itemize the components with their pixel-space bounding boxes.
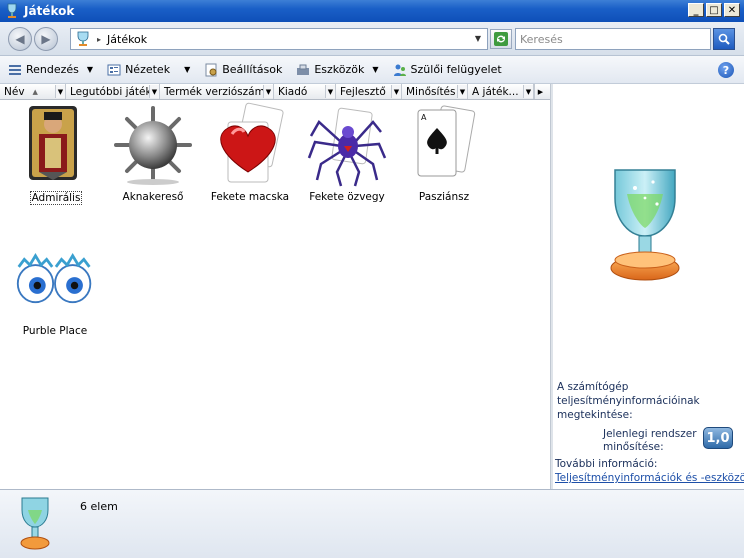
game-item-minesweeper[interactable]: Aknakereső — [108, 102, 198, 203]
column-scroll-right-icon[interactable]: ▶ — [534, 84, 546, 99]
column-filter-icon[interactable]: ▼ — [149, 85, 159, 98]
column-header-bar: Név ▲ ▼ Legutóbbi játék ▼ Termék verziós… — [0, 84, 552, 100]
address-field[interactable]: ▸ Játékok ▼ — [70, 28, 488, 50]
refresh-icon — [494, 32, 508, 46]
column-filter-icon[interactable]: ▼ — [325, 85, 335, 98]
performance-info-title: A számítógép teljesítményinformációinak … — [557, 381, 700, 421]
views-icon — [107, 64, 121, 75]
game-item-hearts[interactable]: Fekete macska — [205, 102, 295, 203]
column-filter-icon[interactable]: ▼ — [55, 85, 65, 98]
column-game-more-label: A játék... — [472, 86, 519, 98]
column-last-played-label: Legutóbbi játék — [70, 86, 152, 98]
game-item-spider-solitaire[interactable]: Fekete özvegy — [302, 102, 392, 203]
column-filter-icon[interactable]: ▼ — [523, 85, 533, 98]
games-folder-icon — [77, 31, 89, 46]
command-toolbar: Rendezés ▼ Nézetek ▼ Beállítások Eszközö… — [0, 56, 744, 84]
parental-controls-icon — [393, 64, 406, 76]
close-button[interactable]: ✕ — [724, 3, 740, 17]
parental-controls-label: Szülői felügyelet — [410, 63, 502, 76]
game-label: Pasziánsz — [418, 191, 470, 203]
tools-button[interactable]: Eszközök ▼ — [290, 59, 384, 81]
game-label: Purble Place — [22, 325, 88, 337]
window-title: Játékok — [24, 4, 75, 18]
game-item-solitaire[interactable]: A Pasziánsz — [399, 102, 489, 203]
games-list: Admirális Aknakereső Fekete macska Feket… — [0, 100, 552, 488]
views-button[interactable]: Nézetek ▼ — [101, 59, 196, 81]
games-trophy-icon — [7, 3, 17, 18]
details-trophy-icon — [20, 497, 50, 550]
column-publisher-label: Kiadó — [278, 86, 308, 98]
column-developer[interactable]: Fejlesztő ▼ — [336, 84, 402, 99]
spider-solitaire-icon — [307, 107, 387, 187]
search-button[interactable] — [713, 28, 735, 50]
game-item-purble-place[interactable]: Purble Place — [10, 236, 100, 337]
chevron-down-icon: ▼ — [184, 65, 191, 74]
details-pane: 6 elem — [0, 489, 744, 558]
maximize-button[interactable]: □ — [706, 3, 722, 17]
column-rating[interactable]: Minősítés ▼ — [402, 84, 468, 99]
chevron-down-icon: ▼ — [372, 65, 379, 74]
title-bar: Játékok _ □ ✕ — [0, 0, 744, 22]
forward-arrow-icon: ▶ — [41, 32, 51, 46]
column-filter-icon[interactable]: ▼ — [457, 85, 467, 98]
current-rating-label: Jelenlegi rendszer minősítése: — [603, 428, 697, 453]
column-name-label: Név — [4, 86, 25, 98]
rating-badge: 1,0 — [703, 427, 733, 449]
settings-label: Beállítások — [222, 63, 283, 76]
column-filter-icon[interactable]: ▼ — [263, 85, 273, 98]
game-label: Aknakereső — [122, 191, 184, 203]
address-bar: ◀ ▶ ▸ Játékok ▼ Keresés — [0, 22, 744, 56]
preview-pane: A számítógép teljesítményinformációinak … — [553, 84, 744, 489]
search-placeholder: Keresés — [520, 32, 563, 46]
sort-ascending-icon: ▲ — [32, 88, 38, 96]
performance-tools-link[interactable]: Teljesítményinformációk és -eszközök — [555, 472, 744, 484]
back-button[interactable]: ◀ — [8, 27, 32, 51]
column-game-more[interactable]: A játék... ▼ — [468, 84, 534, 99]
breadcrumb-separator[interactable]: ▸ — [97, 35, 101, 44]
back-arrow-icon: ◀ — [15, 32, 25, 46]
search-icon — [718, 33, 730, 45]
parental-controls-button[interactable]: Szülői felügyelet — [387, 59, 508, 81]
organize-button[interactable]: Rendezés ▼ — [2, 59, 99, 81]
column-filter-icon[interactable]: ▼ — [391, 85, 401, 98]
column-rating-label: Minősítés — [406, 86, 456, 98]
tools-label: Eszközök — [314, 63, 365, 76]
column-product-version-label: Termék verziószáma — [164, 86, 272, 98]
purble-place-icon — [16, 252, 92, 304]
item-count: 6 elem — [80, 500, 118, 513]
forward-button[interactable]: ▶ — [34, 27, 58, 51]
settings-button[interactable]: Beállítások — [198, 59, 288, 81]
column-publisher[interactable]: Kiadó ▼ — [274, 84, 336, 99]
game-item-freecell[interactable]: Admirális — [11, 102, 101, 205]
search-input[interactable]: Keresés — [515, 28, 711, 50]
game-label: Fekete özvegy — [309, 191, 385, 203]
game-label: Fekete macska — [210, 191, 290, 203]
column-last-played[interactable]: Legutóbbi játék ▼ — [66, 84, 160, 99]
freecell-icon — [29, 106, 77, 180]
column-name[interactable]: Név ▲ ▼ — [0, 84, 66, 99]
svg-text:A: A — [421, 113, 427, 122]
column-product-version[interactable]: Termék verziószáma ▼ — [160, 84, 274, 99]
help-icon[interactable]: ? — [718, 62, 734, 78]
refresh-button[interactable] — [490, 29, 512, 49]
settings-icon — [205, 63, 217, 76]
more-info-label: További információ: — [555, 458, 658, 470]
organize-label: Rendezés — [26, 63, 79, 76]
solitaire-icon: A — [417, 105, 476, 177]
hearts-icon — [220, 102, 284, 183]
minesweeper-icon — [114, 106, 192, 185]
column-developer-label: Fejlesztő — [340, 86, 386, 98]
winsat-trophy-icon — [610, 169, 680, 281]
address-dropdown-icon[interactable]: ▼ — [475, 34, 481, 43]
minimize-button[interactable]: _ — [688, 3, 704, 17]
tools-icon — [297, 64, 310, 75]
chevron-down-icon: ▼ — [86, 65, 94, 74]
game-label: Admirális — [29, 191, 83, 205]
organize-icon — [9, 64, 21, 75]
views-label: Nézetek — [125, 63, 171, 76]
breadcrumb-games[interactable]: Játékok — [107, 33, 147, 46]
